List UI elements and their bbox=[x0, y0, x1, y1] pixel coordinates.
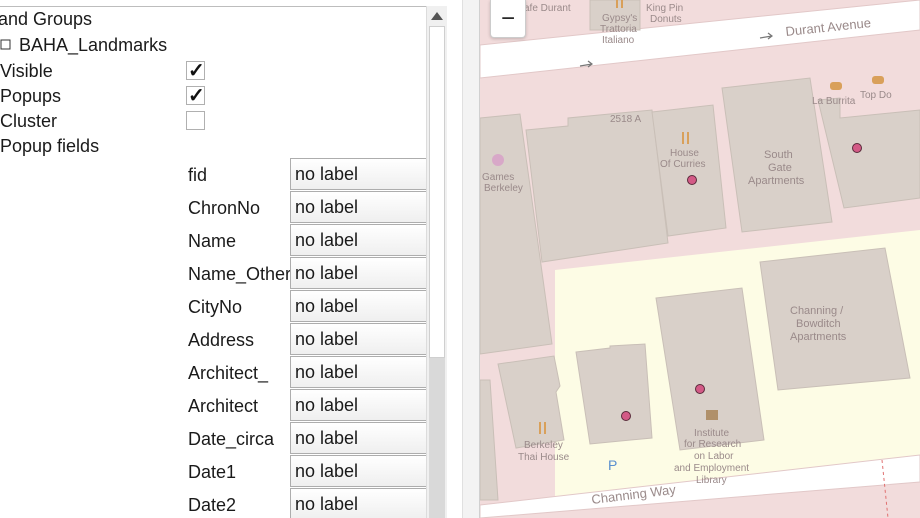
layer-icon bbox=[0, 37, 12, 55]
popups-checkbox[interactable]: ✓ bbox=[186, 85, 205, 107]
poi-label: on Labor bbox=[694, 451, 734, 462]
scrollbar-track[interactable] bbox=[429, 358, 445, 518]
poi-label: Gypsy's bbox=[602, 13, 637, 24]
field-label-select[interactable]: no label bbox=[290, 356, 428, 388]
popup-fields-label: Popup fields bbox=[0, 136, 100, 156]
splitter[interactable] bbox=[462, 0, 480, 518]
field-label-select[interactable]: no label bbox=[290, 389, 428, 421]
cluster-checkbox[interactable] bbox=[186, 111, 205, 130]
field-name: ChronNo bbox=[188, 198, 261, 218]
poi-label: Thai House bbox=[518, 452, 570, 463]
poi-label: and Employment bbox=[674, 463, 749, 474]
poi-label: afe Durant bbox=[524, 3, 571, 14]
field-name: CityNo bbox=[188, 297, 243, 317]
cluster-label: Cluster bbox=[0, 111, 58, 131]
field-name: Name bbox=[188, 231, 237, 251]
building bbox=[497, 355, 565, 449]
building-label: Apartments bbox=[748, 175, 805, 187]
check-icon: ✓ bbox=[188, 85, 205, 107]
poi-label: for Research bbox=[684, 439, 741, 450]
building bbox=[817, 97, 920, 209]
field-label-select[interactable]: no label bbox=[290, 191, 428, 223]
feature-marker[interactable] bbox=[852, 143, 862, 153]
section-heading: and Groups bbox=[0, 9, 93, 29]
map-view[interactable]: Durant Avenue Channing Way afe Durant Gy… bbox=[480, 0, 920, 518]
poi-label: Library bbox=[696, 475, 727, 486]
poi-label: Donuts bbox=[650, 14, 682, 25]
library-icon bbox=[706, 410, 718, 420]
field-name: Date_circa bbox=[188, 429, 275, 449]
poi-label: Berkeley bbox=[524, 440, 563, 451]
building bbox=[575, 343, 653, 445]
poi-label: House bbox=[670, 148, 699, 159]
field-name: Name_Other bbox=[188, 264, 292, 284]
popups-label: Popups bbox=[0, 86, 62, 106]
field-label-select[interactable]: no label bbox=[290, 290, 428, 322]
field-name: Architect bbox=[188, 396, 259, 416]
visible-label: Visible bbox=[0, 61, 53, 81]
building bbox=[525, 109, 669, 263]
building bbox=[480, 379, 499, 501]
toy-icon bbox=[492, 154, 504, 166]
building-label: South bbox=[764, 149, 793, 161]
field-label-select[interactable]: no label bbox=[290, 158, 428, 190]
poi-label: Institute bbox=[694, 428, 729, 439]
field-label-select[interactable]: no label bbox=[290, 455, 428, 487]
field-label-select[interactable]: no label bbox=[290, 422, 428, 454]
building-label: Channing / bbox=[790, 305, 844, 317]
field-label-select[interactable]: no label bbox=[290, 224, 428, 256]
layer-settings-panel: and Groups BAHA_Landmarks Visible ✓ Popu… bbox=[0, 0, 462, 518]
poi-label: Games bbox=[482, 172, 514, 183]
field-name: Address bbox=[188, 330, 255, 350]
address-label: 2518 A bbox=[610, 114, 641, 125]
fastfood-icon bbox=[830, 82, 842, 90]
poi-label: King Pin bbox=[646, 3, 683, 14]
poi-label: La Burrita bbox=[812, 96, 856, 107]
scroll-up-button[interactable] bbox=[427, 6, 447, 26]
field-name: Architect_ bbox=[188, 363, 269, 383]
map-canvas[interactable]: Durant Avenue Channing Way afe Durant Gy… bbox=[480, 0, 920, 518]
visible-checkbox[interactable]: ✓ bbox=[186, 60, 205, 82]
poi-label: Trattoria bbox=[600, 24, 637, 35]
feature-marker[interactable] bbox=[695, 384, 705, 394]
poi-label: Italiano bbox=[602, 35, 635, 46]
feature-marker[interactable] bbox=[687, 175, 697, 185]
triangle-up-icon bbox=[431, 12, 443, 20]
scrollbar-thumb[interactable] bbox=[429, 26, 445, 358]
field-label-select[interactable]: no label bbox=[290, 488, 428, 518]
building-label: Bowditch bbox=[796, 318, 841, 330]
poi-label: Of Curries bbox=[660, 159, 706, 170]
vertical-scrollbar[interactable] bbox=[426, 6, 447, 518]
poi-label: Top Do bbox=[860, 90, 892, 101]
layer-name: BAHA_Landmarks bbox=[19, 35, 168, 55]
field-name: Date1 bbox=[188, 462, 237, 482]
fastfood-icon bbox=[872, 76, 884, 84]
check-icon: ✓ bbox=[188, 60, 205, 82]
field-name: Date2 bbox=[188, 495, 237, 515]
zoom-out-button[interactable]: − bbox=[490, 0, 526, 38]
field-name: fid bbox=[188, 165, 208, 185]
feature-marker[interactable] bbox=[621, 411, 631, 421]
building-label: Apartments bbox=[790, 331, 847, 343]
field-label-select[interactable]: no label bbox=[290, 257, 428, 289]
field-label-select[interactable]: no label bbox=[290, 323, 428, 355]
poi-label: Berkeley bbox=[484, 183, 523, 194]
parking-label: P bbox=[608, 457, 617, 473]
building-label: Gate bbox=[768, 162, 792, 174]
